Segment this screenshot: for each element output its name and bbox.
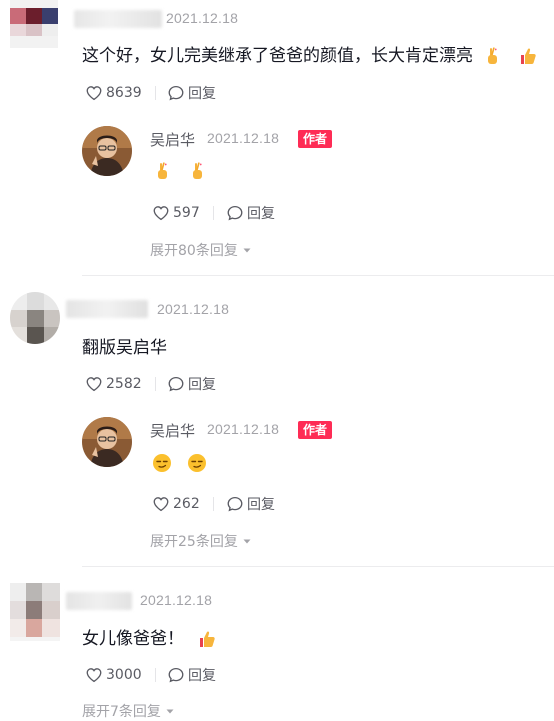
expand-replies-label: 展开25条回复 xyxy=(150,534,238,550)
expand-replies-label: 展开80条回复 xyxy=(150,243,238,259)
caret-down-icon xyxy=(243,248,251,253)
reply-label: 回复 xyxy=(247,206,275,222)
author-name[interactable]: 吴启华 xyxy=(150,129,195,150)
action-divider xyxy=(155,668,156,682)
user-avatar-blurred[interactable] xyxy=(10,0,58,48)
reply-emojis xyxy=(152,452,207,473)
reply-date: 2021.12.18 xyxy=(207,130,280,146)
action-divider xyxy=(213,206,214,220)
reply-label: 回复 xyxy=(247,497,275,513)
user-avatar-blurred[interactable] xyxy=(10,583,60,641)
action-divider xyxy=(155,86,156,100)
user-avatar-blurred[interactable] xyxy=(10,292,60,344)
comment-text: 女儿像爸爸！ xyxy=(82,624,217,649)
smug-face-icon xyxy=(188,453,207,472)
smug-face-icon xyxy=(153,453,171,472)
expand-replies-button[interactable]: 展开7条回复 xyxy=(82,701,176,721)
reply-button[interactable]: 回复 xyxy=(226,494,275,514)
username-blurred[interactable] xyxy=(66,592,132,610)
reply-date: 2021.12.18 xyxy=(207,421,280,437)
username-blurred[interactable] xyxy=(74,10,162,28)
thumbs-up-icon xyxy=(520,48,536,64)
like-button[interactable]: 3000 xyxy=(85,665,142,685)
like-button[interactable]: 2582 xyxy=(85,374,142,394)
crossed-fingers-heart-icon xyxy=(193,161,203,179)
caret-down-icon xyxy=(243,539,251,544)
like-button[interactable]: 262 xyxy=(152,494,200,514)
author-name[interactable]: 吴启华 xyxy=(150,420,195,441)
reply-label: 回复 xyxy=(188,86,216,102)
expand-replies-button[interactable]: 展开80条回复 xyxy=(150,240,253,260)
like-count: 262 xyxy=(173,496,200,512)
author-badge: 作者 xyxy=(298,130,333,148)
reply-label: 回复 xyxy=(188,668,216,684)
heart-icon xyxy=(153,206,169,221)
like-button[interactable]: 8639 xyxy=(85,83,142,103)
like-count: 3000 xyxy=(106,667,142,683)
action-divider xyxy=(213,497,214,511)
reply-button[interactable]: 回复 xyxy=(167,374,216,394)
comment-date: 2021.12.18 xyxy=(166,10,239,26)
author-badge: 作者 xyxy=(298,421,333,439)
like-count: 2582 xyxy=(106,376,142,392)
crossed-fingers-heart-icon xyxy=(488,47,498,64)
like-button[interactable]: 597 xyxy=(152,203,200,223)
heart-icon xyxy=(86,377,102,392)
like-count: 597 xyxy=(173,205,200,221)
like-count: 8639 xyxy=(106,85,142,101)
crossed-fingers-heart-icon xyxy=(158,161,167,179)
comment-date: 2021.12.18 xyxy=(157,301,230,317)
heart-icon xyxy=(86,668,102,683)
comment-bubble-icon xyxy=(227,205,243,221)
comment-text: 翻版吴启华 xyxy=(82,338,167,358)
comment-bubble-icon xyxy=(168,376,184,392)
action-divider xyxy=(155,377,156,391)
thumbs-up-icon xyxy=(200,631,216,647)
author-avatar[interactable] xyxy=(82,417,132,467)
comment-bubble-icon xyxy=(168,667,184,683)
reply-emojis xyxy=(152,160,207,181)
comment-divider xyxy=(82,566,554,567)
author-avatar[interactable] xyxy=(82,126,132,176)
reply-label: 回复 xyxy=(188,377,216,393)
heart-icon xyxy=(153,497,169,512)
expand-replies-label: 展开7条回复 xyxy=(82,704,161,720)
comment-date: 2021.12.18 xyxy=(140,592,213,608)
comment-text: 这个好，女儿完美继承了爸爸的颜值，长大肯定漂亮 xyxy=(82,41,538,66)
username-blurred[interactable] xyxy=(66,300,148,318)
reply-button[interactable]: 回复 xyxy=(226,203,275,223)
reply-button[interactable]: 回复 xyxy=(167,83,216,103)
comment-divider xyxy=(82,275,554,276)
comment-bubble-icon xyxy=(168,85,184,101)
comment-bubble-icon xyxy=(227,496,243,512)
caret-down-icon xyxy=(166,709,174,714)
reply-button[interactable]: 回复 xyxy=(167,665,216,685)
expand-replies-button[interactable]: 展开25条回复 xyxy=(150,531,253,551)
heart-icon xyxy=(86,86,102,101)
